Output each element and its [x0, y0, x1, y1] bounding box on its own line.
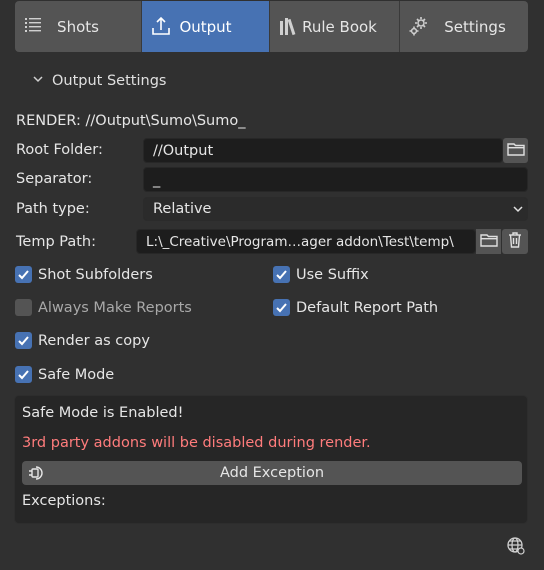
- separator-value: _: [153, 171, 161, 188]
- shots-icon: [23, 15, 45, 37]
- clear-temp-button[interactable]: [502, 229, 528, 254]
- exceptions-label: Exceptions:: [22, 493, 106, 509]
- chevron-down-icon: [512, 203, 524, 219]
- temp-path-label: Temp Path:: [16, 234, 96, 250]
- path-type-select[interactable]: Relative: [143, 197, 528, 221]
- section-title: Output Settings: [52, 73, 167, 89]
- gears-icon: [408, 15, 430, 37]
- path-type-value: Relative: [153, 201, 212, 217]
- shot-subfolders-checkbox[interactable]: Shot Subfolders: [15, 266, 153, 283]
- folder-icon: [479, 232, 498, 252]
- upload-icon: [150, 15, 172, 37]
- render-path-label: RENDER: //Output\Sumo\Sumo_: [16, 113, 246, 129]
- tab-bar: Shots Output Rule Book Settings: [15, 1, 528, 52]
- temp-path-value: L:\_Creative\Program…ager addon\Test\tem…: [146, 233, 454, 250]
- tab-settings[interactable]: Settings: [400, 1, 528, 52]
- root-folder-input[interactable]: //Output: [143, 138, 503, 163]
- browse-folder-button[interactable]: [503, 138, 528, 163]
- checkbox-label: Always Make Reports: [38, 299, 192, 316]
- globe-icon[interactable]: [506, 536, 526, 556]
- browse-temp-folder-button[interactable]: [476, 229, 501, 254]
- checkbox-label: Render as copy: [38, 332, 150, 349]
- checkbox-label: Use Suffix: [296, 266, 369, 283]
- chevron-down-icon: [32, 73, 44, 89]
- checkbox-label: Shot Subfolders: [38, 266, 153, 283]
- checkbox-label: Default Report Path: [296, 299, 439, 316]
- checkbox-unchecked[interactable]: [15, 299, 32, 316]
- output-settings-header[interactable]: Output Settings: [32, 70, 166, 92]
- checkbox-checked[interactable]: [15, 332, 32, 349]
- trash-icon: [507, 231, 523, 253]
- render-as-copy-checkbox[interactable]: Render as copy: [15, 332, 150, 349]
- safe-mode-warning: 3rd party addons will be disabled during…: [22, 435, 371, 451]
- separator-input[interactable]: _: [143, 167, 528, 192]
- safe-mode-title: Safe Mode is Enabled!: [22, 405, 184, 421]
- checkbox-checked[interactable]: [15, 266, 32, 283]
- checkbox-checked[interactable]: [273, 266, 290, 283]
- root-folder-value: //Output: [153, 142, 214, 159]
- always-make-reports-checkbox[interactable]: Always Make Reports: [15, 299, 192, 316]
- checkbox-label: Safe Mode: [38, 366, 115, 383]
- separator-label: Separator:: [16, 171, 93, 187]
- path-type-label: Path type:: [16, 201, 90, 217]
- add-exception-button[interactable]: Add Exception: [22, 461, 522, 485]
- tab-rule-book[interactable]: Rule Book: [270, 1, 400, 52]
- folder-icon: [506, 141, 525, 161]
- plugin-icon: [27, 464, 47, 486]
- safe-mode-checkbox[interactable]: Safe Mode: [15, 366, 114, 383]
- default-report-path-checkbox[interactable]: Default Report Path: [273, 299, 438, 316]
- tab-output[interactable]: Output: [142, 1, 270, 52]
- root-folder-label: Root Folder:: [16, 142, 103, 158]
- library-icon: [278, 15, 300, 37]
- tab-shots[interactable]: Shots: [15, 1, 142, 52]
- checkbox-checked[interactable]: [15, 366, 32, 383]
- temp-path-input[interactable]: L:\_Creative\Program…ager addon\Test\tem…: [136, 229, 476, 254]
- use-suffix-checkbox[interactable]: Use Suffix: [273, 266, 369, 283]
- checkbox-checked[interactable]: [273, 299, 290, 316]
- add-exception-label: Add Exception: [219, 465, 325, 481]
